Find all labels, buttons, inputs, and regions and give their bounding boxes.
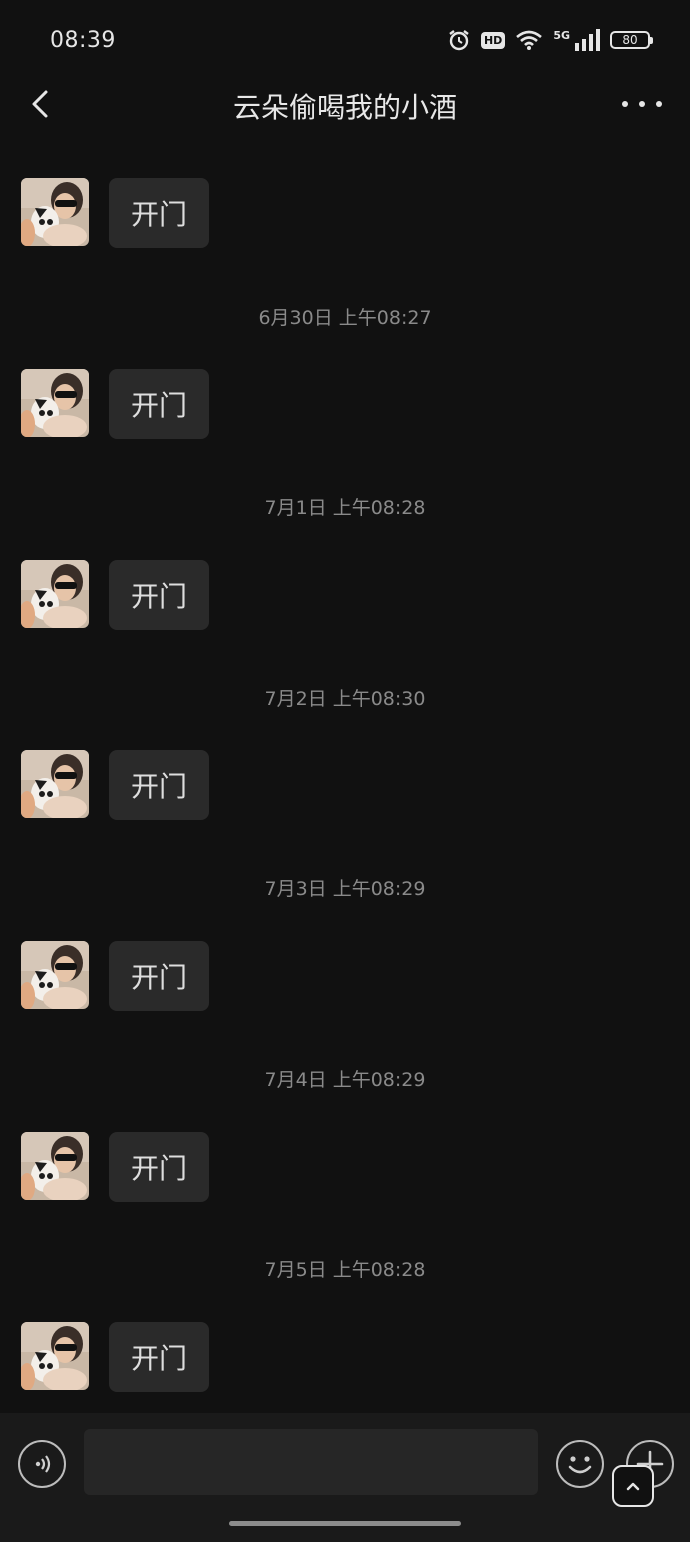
- message-timestamp: 7月1日 上午08:28: [264, 497, 426, 519]
- message-row: 开门: [21, 1322, 210, 1392]
- battery-level: 80: [622, 33, 638, 47]
- signal-icon: [575, 29, 600, 51]
- message-timestamp: 7月5日 上午08:28: [264, 1259, 426, 1281]
- avatar[interactable]: [21, 1322, 89, 1390]
- message-timestamp: 7月4日 上午08:29: [264, 1069, 426, 1091]
- message-bubble[interactable]: 开门: [109, 941, 210, 1011]
- status-icons: HD 5G 80: [447, 28, 653, 52]
- scroll-to-top-button[interactable]: [612, 1465, 654, 1507]
- message-timestamp: 7月2日 上午08:30: [264, 688, 426, 710]
- voice-icon: [35, 1455, 51, 1473]
- avatar-image: [21, 1322, 89, 1390]
- message-row: 开门: [21, 1132, 210, 1202]
- avatar[interactable]: [21, 1132, 89, 1200]
- message-input[interactable]: [84, 1429, 538, 1495]
- message-row: 开门: [21, 369, 210, 439]
- avatar-image: [21, 1132, 89, 1200]
- voice-button[interactable]: [18, 1440, 66, 1488]
- chat-title: 云朵偷喝我的小酒: [232, 91, 457, 124]
- message-bubble[interactable]: 开门: [109, 560, 210, 630]
- avatar-image: [21, 178, 89, 246]
- avatar[interactable]: [21, 178, 89, 246]
- message-bubble[interactable]: 开门: [109, 369, 210, 439]
- status-bar: 08:39 HD 5G 80: [0, 0, 690, 80]
- input-bar: [0, 1413, 690, 1542]
- emoji-button[interactable]: [556, 1440, 604, 1488]
- status-time: 08:39: [50, 28, 116, 53]
- avatar-image: [21, 560, 89, 628]
- battery-icon: 80: [610, 31, 653, 49]
- more-dots-icon: [622, 101, 628, 107]
- avatar[interactable]: [21, 941, 89, 1009]
- network-type-label: 5G: [553, 28, 570, 42]
- message-row: 开门: [21, 178, 210, 248]
- alarm-icon: [449, 30, 469, 51]
- message-row: 开门: [21, 941, 210, 1011]
- chat-header: 云朵偷喝我的小酒: [0, 74, 690, 134]
- message-timestamp: 7月3日 上午08:29: [264, 878, 426, 900]
- message-bubble[interactable]: 开门: [109, 1322, 210, 1392]
- home-indicator: [229, 1521, 461, 1526]
- wifi-icon: [516, 30, 543, 50]
- chevron-up-icon: [626, 1482, 640, 1491]
- avatar-image: [21, 369, 89, 437]
- message-bubble[interactable]: 开门: [109, 1132, 210, 1202]
- message-row: 开门: [21, 560, 210, 630]
- message-bubble[interactable]: 开门: [109, 750, 210, 820]
- avatar-image: [21, 750, 89, 818]
- smiley-icon: [568, 1456, 592, 1474]
- avatar[interactable]: [21, 560, 89, 628]
- message-bubble[interactable]: 开门: [109, 178, 210, 248]
- avatar[interactable]: [21, 369, 89, 437]
- avatar-image: [21, 941, 89, 1009]
- message-timestamp: 6月30日 上午08:27: [258, 307, 432, 329]
- avatar[interactable]: [21, 750, 89, 818]
- message-row: 开门: [21, 750, 210, 820]
- more-button[interactable]: [622, 90, 662, 118]
- hd-icon: HD: [480, 31, 506, 49]
